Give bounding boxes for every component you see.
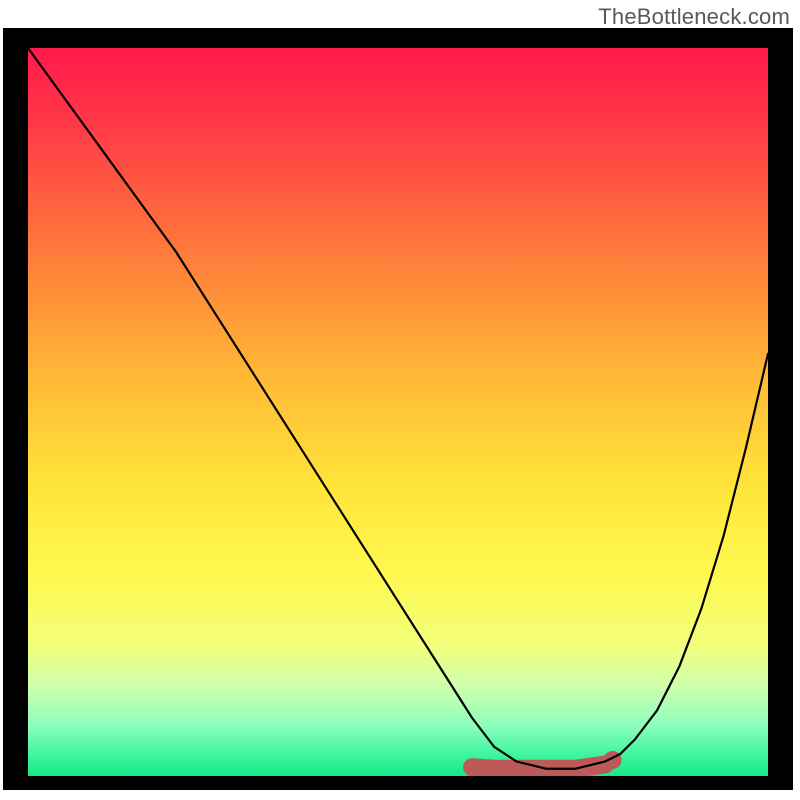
chart-frame bbox=[3, 28, 793, 790]
chart-stage: TheBottleneck.com bbox=[0, 0, 800, 800]
gradient-background bbox=[28, 48, 768, 776]
watermark-text: TheBottleneck.com bbox=[598, 4, 790, 30]
plot-area bbox=[28, 48, 768, 776]
plot-svg bbox=[28, 48, 768, 776]
